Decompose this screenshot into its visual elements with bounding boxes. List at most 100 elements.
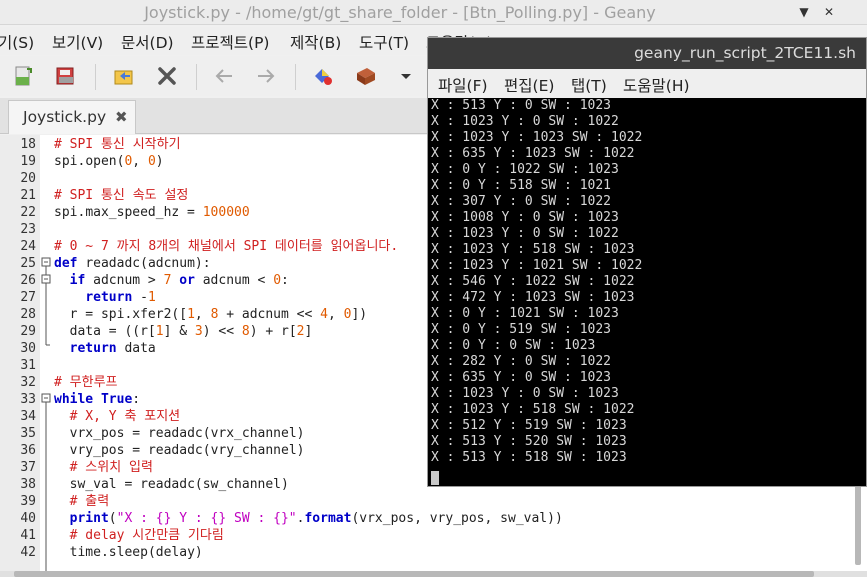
terminal-menu-help[interactable]: 도움말(H) — [623, 74, 690, 96]
menu-document[interactable]: 문서(D) — [121, 31, 174, 53]
code-line[interactable]: # 무한루프 — [54, 374, 118, 391]
window-title: Joystick.py - /home/gt/gt_share_folder -… — [144, 3, 656, 22]
toolbar-separator — [95, 64, 96, 90]
code-line[interactable]: # SPI 통신 시작하기 — [54, 136, 181, 153]
code-line[interactable]: # 스위치 입력 — [54, 459, 153, 476]
terminal-line: X : 282 Y : 0 SW : 1022 — [431, 354, 612, 369]
code-line[interactable]: def readadc(adcnum): — [54, 255, 211, 272]
code-line[interactable]: while True: — [54, 391, 140, 408]
title-bar: Joystick.py - /home/gt/gt_share_folder -… — [0, 0, 867, 25]
line-number: 34 — [20, 409, 36, 424]
dropdown-icon[interactable] — [392, 62, 420, 90]
code-line[interactable]: vry_pos = readadc(vry_channel) — [54, 442, 305, 459]
menu-tools[interactable]: 도구(T) — [359, 31, 409, 53]
minimize-button[interactable]: ▼ — [795, 3, 813, 21]
terminal-menu-bar: 파일(F) 편집(E) 탭(T) 도움말(H) — [428, 69, 866, 98]
horizontal-scrollbar[interactable] — [0, 571, 867, 577]
terminal-window[interactable]: geany_run_script_2TCE11.sh 파일(F) 편집(E) 탭… — [427, 37, 867, 487]
code-line[interactable]: spi.open(0, 0) — [54, 153, 164, 170]
code-line[interactable]: # delay 시간만큼 기다림 — [54, 527, 224, 544]
new-file-icon[interactable] — [10, 62, 38, 90]
line-number: 24 — [20, 239, 36, 254]
save-icon[interactable] — [52, 62, 80, 90]
terminal-menu-file[interactable]: 파일(F) — [438, 74, 488, 96]
terminal-line: X : 1023 Y : 0 SW : 1022 — [431, 114, 619, 129]
code-line[interactable]: r = spi.xfer2([1, 8 + adcnum << 4, 0]) — [54, 306, 367, 323]
terminal-line: X : 1008 Y : 0 SW : 1023 — [431, 210, 619, 225]
open-icon[interactable] — [110, 62, 138, 90]
line-number: 40 — [20, 511, 36, 526]
screen: Joystick.py - /home/gt/gt_share_folder -… — [0, 0, 867, 577]
line-number: 18 — [20, 137, 36, 152]
terminal-line: X : 546 Y : 1022 SW : 1022 — [431, 274, 635, 289]
menu-build[interactable]: 제작(B) — [290, 31, 341, 53]
terminal-menu-tab[interactable]: 탭(T) — [571, 74, 607, 96]
code-line[interactable]: # 0 ~ 7 까지 8개의 채널에서 SPI 데이터를 읽어옵니다. — [54, 238, 398, 255]
terminal-line: X : 513 Y : 520 SW : 1023 — [431, 434, 627, 449]
terminal-line: X : 0 Y : 1021 SW : 1023 — [431, 306, 619, 321]
line-number: 26 — [20, 273, 36, 288]
terminal-line: X : 1023 Y : 1023 SW : 1022 — [431, 130, 643, 145]
code-line[interactable]: sw_val = readadc(sw_channel) — [54, 476, 289, 493]
code-line[interactable]: data = ((r[1] & 3) << 8) + r[2] — [54, 323, 313, 340]
line-number: 27 — [20, 290, 36, 305]
tab-label: Joystick.py — [23, 108, 107, 126]
forward-arrow-icon[interactable] — [252, 62, 280, 90]
code-line[interactable]: spi.max_speed_hz = 100000 — [54, 204, 250, 221]
tab-close-icon[interactable]: ✖ — [115, 108, 128, 126]
menu-view[interactable]: 보기(V) — [52, 31, 103, 53]
terminal-output[interactable]: X : 513 Y : 0 SW : 1023 X : 1023 Y : 0 SW… — [428, 98, 866, 486]
menu-item[interactable]: 기(S) — [0, 31, 34, 53]
line-number: 21 — [20, 188, 36, 203]
line-number: 42 — [20, 545, 36, 560]
compile-icon[interactable] — [310, 62, 338, 90]
code-line[interactable]: vrx_pos = readadc(vrx_channel) — [54, 425, 305, 442]
terminal-line: X : 1023 Y : 518 SW : 1023 — [431, 242, 635, 257]
close-window-button[interactable]: ✕ — [820, 3, 838, 21]
build-icon[interactable] — [352, 62, 380, 90]
back-arrow-icon[interactable] — [210, 62, 238, 90]
toolbar-separator — [295, 64, 296, 90]
tab-joystick[interactable]: Joystick.py ✖ — [8, 100, 136, 134]
line-number: 36 — [20, 443, 36, 458]
code-line[interactable]: # SPI 통신 속도 설정 — [54, 187, 188, 204]
terminal-line: X : 512 Y : 519 SW : 1023 — [431, 418, 627, 433]
terminal-line: X : 0 Y : 518 SW : 1021 — [431, 178, 612, 193]
line-number: 33 — [20, 392, 36, 407]
line-number: 28 — [20, 307, 36, 322]
fold-markers — [41, 257, 51, 571]
terminal-line: X : 307 Y : 0 SW : 1022 — [431, 194, 612, 209]
code-line[interactable]: return data — [54, 340, 156, 357]
line-number: 38 — [20, 477, 36, 492]
code-line[interactable]: # 출력 — [54, 493, 110, 510]
line-number: 19 — [20, 154, 36, 169]
scroll-thumb[interactable] — [14, 571, 814, 577]
terminal-line: X : 1023 Y : 0 SW : 1023 — [431, 386, 619, 401]
line-number: 20 — [20, 171, 36, 186]
line-number: 39 — [20, 494, 36, 509]
terminal-cursor — [431, 471, 439, 485]
menu-project[interactable]: 프로젝트(P) — [191, 31, 269, 53]
terminal-line: X : 1023 Y : 518 SW : 1022 — [431, 402, 635, 417]
terminal-line: X : 513 Y : 518 SW : 1023 — [431, 450, 627, 465]
line-number: 41 — [20, 528, 36, 543]
line-number: 37 — [20, 460, 36, 475]
code-line[interactable]: if adcnum > 7 or adcnum < 0: — [54, 272, 289, 289]
terminal-line: X : 635 Y : 0 SW : 1023 — [431, 370, 612, 385]
line-number: 25 — [20, 256, 36, 271]
line-number: 30 — [20, 341, 36, 356]
code-line[interactable]: # X, Y 축 포지션 — [54, 408, 180, 425]
line-number: 31 — [20, 358, 36, 373]
code-line[interactable]: print("X : {} Y : {} SW : {}".format(vrx… — [54, 510, 563, 527]
terminal-line: X : 635 Y : 1023 SW : 1022 — [431, 146, 635, 161]
line-number: 35 — [20, 426, 36, 441]
code-line[interactable]: return -1 — [54, 289, 155, 306]
terminal-menu-edit[interactable]: 편집(E) — [504, 74, 554, 96]
fold-margin — [40, 135, 54, 571]
close-icon[interactable] — [153, 62, 181, 90]
code-line[interactable]: time.sleep(delay) — [54, 544, 203, 561]
vertical-scrollbar[interactable] — [855, 485, 861, 565]
line-number: 32 — [20, 375, 36, 390]
toolbar-separator — [196, 64, 197, 90]
terminal-line: X : 1023 Y : 0 SW : 1022 — [431, 226, 619, 241]
